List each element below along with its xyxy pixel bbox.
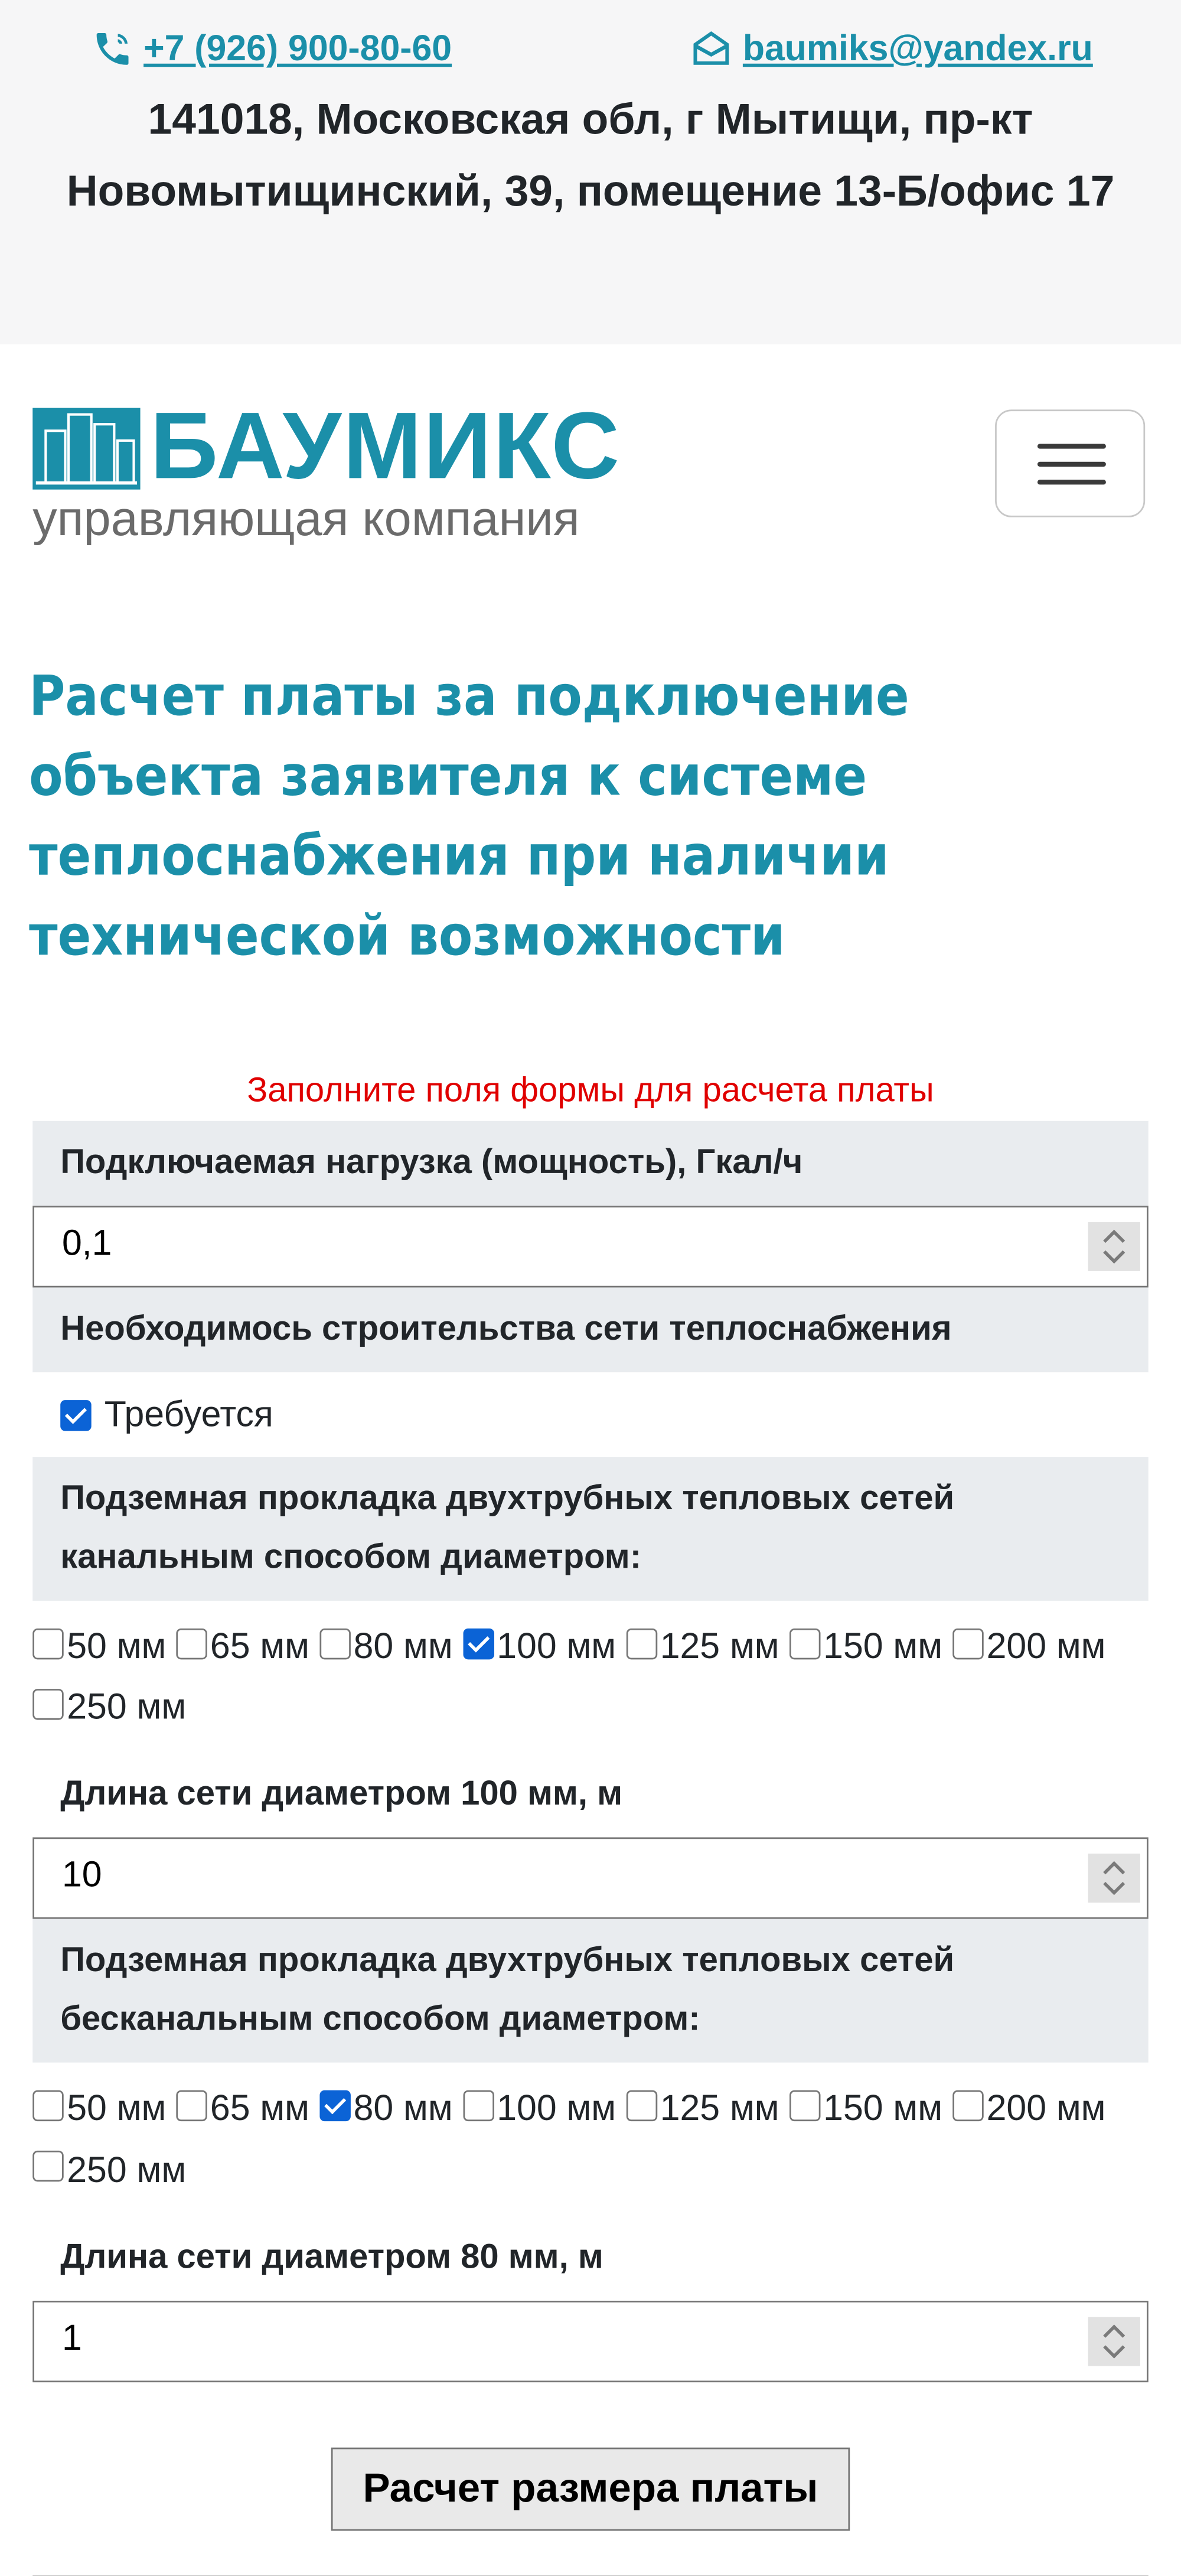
- channel-diameter-option[interactable]: 250 мм: [32, 1676, 186, 1737]
- channel-diameter-option[interactable]: 80 мм: [319, 1616, 453, 1676]
- channelless-diameter-checkbox[interactable]: [789, 2090, 820, 2122]
- channelless-diameter-option[interactable]: 80 мм: [319, 2078, 453, 2139]
- hamburger-icon-line: [1037, 480, 1106, 485]
- channel-diameter-checkbox[interactable]: [32, 1688, 64, 1720]
- channelless-diameter-option[interactable]: 125 мм: [625, 2078, 779, 2139]
- channel-diameter-option-label: 50 мм: [67, 1625, 167, 1666]
- channel-length-field[interactable]: [61, 1854, 1041, 1897]
- channel-diameter-checkbox[interactable]: [462, 1628, 494, 1659]
- channelless-diameter-checkbox[interactable]: [32, 2090, 64, 2122]
- channel-diameter-checkbox[interactable]: [32, 1628, 64, 1659]
- channelless-diameter-checkbox[interactable]: [462, 2090, 494, 2122]
- channel-diameter-option-label: 200 мм: [986, 1625, 1106, 1666]
- form-hint: Заполните поля формы для расчета платы: [247, 1072, 934, 1110]
- channelless-diameter-checkbox[interactable]: [319, 2090, 351, 2122]
- channel-diameter-options: 50 мм 65 мм 80 мм 100 мм 125 мм 150 мм 200 мм 2…: [32, 1601, 1148, 1737]
- channel-diameter-option[interactable]: 150 мм: [789, 1616, 942, 1676]
- channel-diameter-option-label: 65 мм: [210, 1625, 309, 1666]
- channelless-diameter-checkbox[interactable]: [625, 2090, 657, 2122]
- page: +7 (926) 900-80-60 baumiks@yandex.ru 141…: [0, 0, 1181, 2576]
- channelless-diameter-checkbox[interactable]: [32, 2151, 64, 2183]
- construction-label: Необходимось строительства сети теплосна…: [32, 1287, 1149, 1373]
- channel-diameter-checkbox[interactable]: [319, 1628, 351, 1659]
- phone-contact: +7 (926) 900-80-60: [92, 28, 452, 70]
- phone-link[interactable]: +7 (926) 900-80-60: [143, 28, 452, 70]
- channelless-length-stepper[interactable]: [1088, 2316, 1140, 2366]
- contact-bar: +7 (926) 900-80-60 baumiks@yandex.ru 141…: [0, 0, 1181, 344]
- channel-diameter-checkbox[interactable]: [789, 1628, 820, 1659]
- channel-diameter-option[interactable]: 125 мм: [625, 1616, 779, 1676]
- channelless-diameter-options: 50 мм 65 мм 80 мм 100 мм 125 мм 150 мм 200 мм 2…: [32, 2063, 1148, 2199]
- channelless-diameter-option[interactable]: 100 мм: [462, 2078, 616, 2139]
- email-link[interactable]: baumiks@yandex.ru: [743, 28, 1093, 70]
- channel-diameter-option[interactable]: 50 мм: [32, 1616, 166, 1676]
- page-title: Расчет платы за подключение объекта заяв…: [29, 664, 909, 969]
- channelless-length-label: Длина сети диаметром 80 мм, м: [32, 2215, 1149, 2301]
- channelless-diameter-option-label: 100 мм: [497, 2087, 616, 2129]
- load-input[interactable]: [32, 1206, 1149, 1288]
- buildings-logo-icon: [32, 408, 141, 490]
- channelless-diameter-option[interactable]: 200 мм: [952, 2078, 1106, 2139]
- load-label: Подключаемая нагрузка (мощность), Гкал/ч: [32, 1121, 1149, 1206]
- channel-length-stepper[interactable]: [1088, 1854, 1140, 1903]
- channel-diameter-option-label: 80 мм: [353, 1625, 453, 1666]
- stepper-arrows-icon: [1103, 2324, 1125, 2359]
- channel-diameter-checkbox[interactable]: [625, 1628, 657, 1659]
- stepper-arrows-icon: [1103, 1861, 1125, 1896]
- channelless-diameter-option-label: 125 мм: [660, 2087, 779, 2129]
- construction-required-option[interactable]: Требуется: [32, 1372, 1148, 1457]
- channelless-length-input[interactable]: [32, 2300, 1149, 2382]
- hamburger-icon-line: [1037, 461, 1106, 467]
- stepper-arrows-icon: [1103, 1229, 1125, 1264]
- channel-label: Подземная прокладка двухтрубных тепловых…: [32, 1457, 1149, 1601]
- phone-icon: [96, 32, 129, 65]
- channelless-length-field[interactable]: [61, 2316, 1041, 2359]
- site-header: БАУМИКС управляющая компания: [0, 344, 1181, 573]
- channelless-diameter-option-label: 150 мм: [823, 2087, 943, 2129]
- calculate-button[interactable]: Расчет размера платы: [332, 2447, 849, 2531]
- channel-diameter-checkbox[interactable]: [952, 1628, 984, 1659]
- construction-required-label: Требуется: [104, 1393, 273, 1435]
- channelless-label: Подземная прокладка двухтрубных тепловых…: [32, 1919, 1149, 2063]
- channelless-diameter-option-label: 200 мм: [986, 2087, 1106, 2129]
- calculation-form: Подключаемая нагрузка (мощность), Гкал/ч…: [32, 1121, 1149, 2531]
- channel-diameter-checkbox[interactable]: [175, 1628, 207, 1659]
- channel-diameter-option-label: 100 мм: [497, 1625, 616, 1666]
- channelless-diameter-option[interactable]: 250 мм: [32, 2138, 186, 2199]
- channelless-diameter-option[interactable]: 50 мм: [32, 2078, 166, 2139]
- channelless-diameter-option-label: 50 мм: [67, 2087, 167, 2129]
- address-text: 141018, Московская обл, г Мытищи, пр-кт …: [66, 95, 1115, 216]
- channel-diameter-option-label: 250 мм: [67, 1686, 187, 1727]
- envelope-icon: [694, 31, 730, 65]
- logo-name: БАУМИКС: [150, 393, 621, 500]
- channel-diameter-option[interactable]: 200 мм: [952, 1616, 1106, 1676]
- menu-toggle-button[interactable]: [995, 409, 1146, 517]
- email-contact: baumiks@yandex.ru: [690, 28, 1093, 70]
- construction-required-checkbox[interactable]: [60, 1399, 92, 1431]
- logo[interactable]: БАУМИКС управляющая компания: [32, 383, 659, 546]
- channelless-diameter-checkbox[interactable]: [952, 2090, 984, 2122]
- load-field[interactable]: [61, 1222, 1041, 1265]
- channelless-diameter-option-label: 65 мм: [210, 2087, 309, 2129]
- hamburger-icon: [1037, 444, 1106, 449]
- load-stepper[interactable]: [1088, 1222, 1140, 1271]
- channel-diameter-option[interactable]: 65 мм: [175, 1616, 309, 1676]
- channelless-diameter-checkbox[interactable]: [175, 2090, 207, 2122]
- channelless-diameter-option[interactable]: 65 мм: [175, 2078, 309, 2139]
- channel-length-input[interactable]: [32, 1838, 1149, 1920]
- channelless-diameter-option[interactable]: 150 мм: [789, 2078, 942, 2139]
- channel-diameter-option[interactable]: 100 мм: [462, 1616, 616, 1676]
- channelless-diameter-option-label: 250 мм: [67, 2148, 187, 2190]
- channel-length-label: Длина сети диаметром 100 мм, м: [32, 1753, 1149, 1838]
- logo-subtitle: управляющая компания: [32, 493, 580, 547]
- channelless-diameter-option-label: 80 мм: [353, 2087, 453, 2129]
- channel-diameter-option-label: 125 мм: [660, 1625, 779, 1666]
- channel-diameter-option-label: 150 мм: [823, 1625, 943, 1666]
